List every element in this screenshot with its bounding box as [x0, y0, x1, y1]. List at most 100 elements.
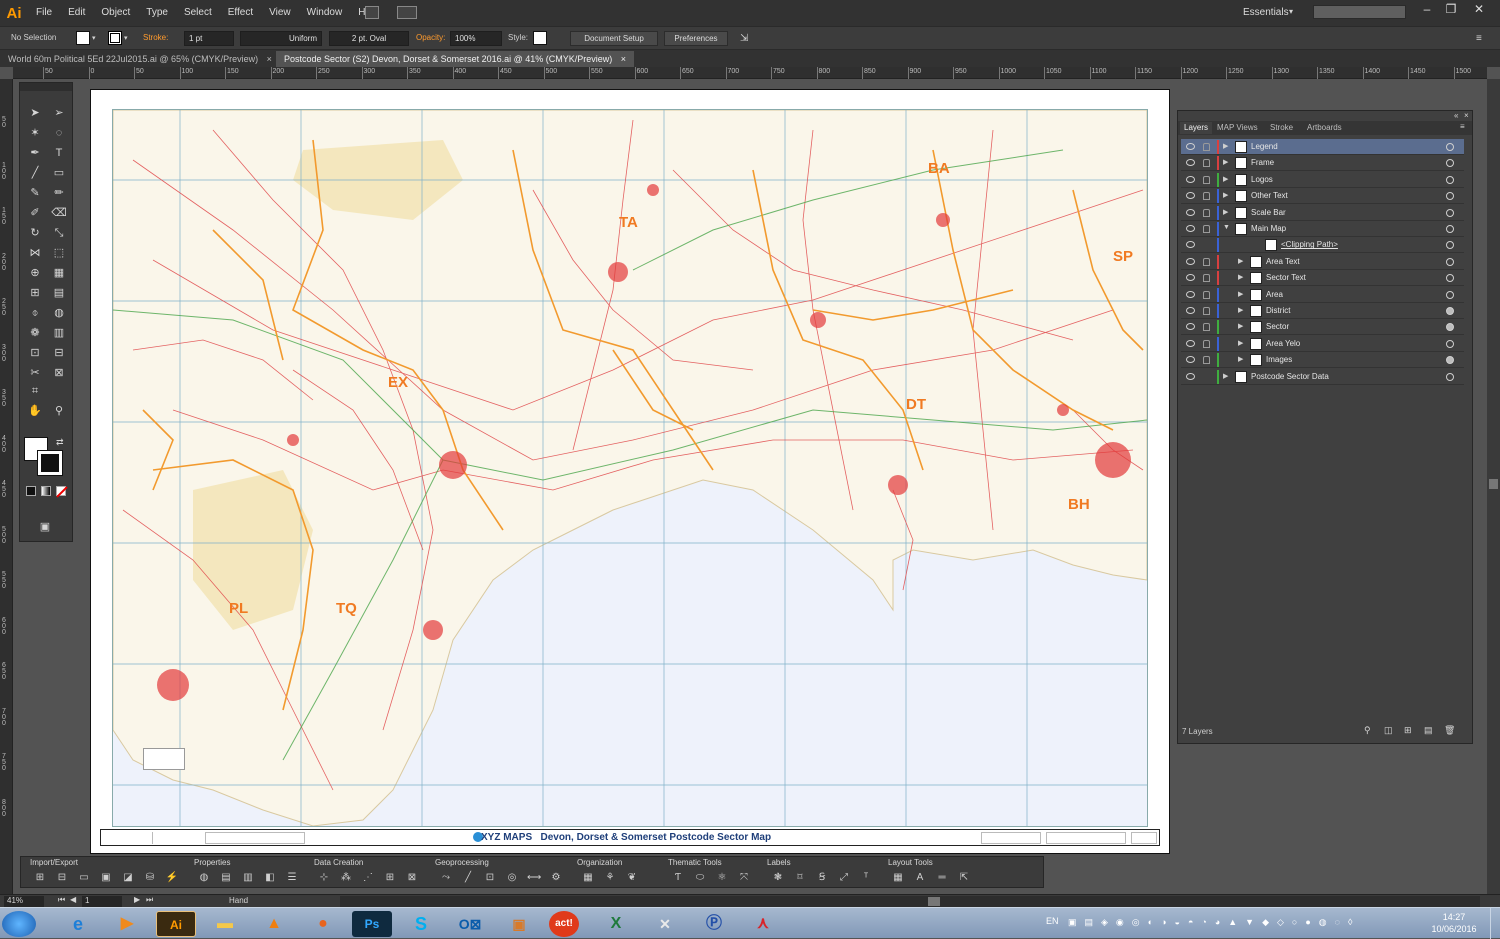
artboard-tool-icon[interactable]: ⊡ — [26, 345, 44, 361]
import-shapefile-icon[interactable]: ▭ — [77, 872, 91, 884]
scrollbar-thumb[interactable] — [928, 897, 940, 906]
chevron-right-icon[interactable]: ▶ — [1223, 158, 1228, 166]
locate-object-icon[interactable]: ⚲ — [1364, 725, 1371, 736]
new-layer-icon[interactable]: ▤ — [1424, 725, 1433, 736]
selection-tool-icon[interactable]: ➤ — [26, 105, 44, 121]
layer-row[interactable]: ▶ Area Text — [1181, 254, 1464, 270]
columns-icon[interactable]: ▥ — [241, 872, 255, 884]
artboard[interactable]: TA BA SP EX DT BH PL TQ XYZ MAPS Devon, … — [90, 89, 1170, 854]
search-input[interactable] — [1313, 5, 1406, 19]
chevron-right-icon[interactable]: ▶ — [1238, 339, 1243, 347]
layer-row[interactable]: ▶ Legend — [1181, 139, 1464, 155]
layer-name[interactable]: Other Text — [1251, 191, 1288, 200]
visibility-eye-icon[interactable] — [1186, 225, 1195, 232]
first-page-icon[interactable]: ⏮ — [58, 895, 65, 905]
graph-tool-icon[interactable]: ▥ — [50, 325, 68, 341]
polyline-icon[interactable]: ⤳ — [439, 872, 453, 884]
create-point-icon[interactable]: ⋰ — [361, 872, 375, 884]
layer-name[interactable]: Logos — [1251, 175, 1273, 184]
magic-wand-tool-icon[interactable]: ✶ — [26, 125, 44, 141]
opacity-field[interactable]: 100% — [450, 31, 502, 46]
ruler-horizontal[interactable]: 50 0 50 100 150 200 250 300 350 400 450 500 550 600 65… — [13, 67, 1487, 79]
layer-name[interactable]: Area — [1266, 290, 1283, 299]
blob-brush-tool-icon[interactable]: ✐ — [26, 205, 44, 221]
scissors-tool-icon[interactable]: ✂ — [26, 365, 44, 381]
lock-icon[interactable] — [1203, 175, 1210, 184]
layer-name[interactable]: Area Yelo — [1266, 339, 1300, 348]
layer-name[interactable]: Postcode Sector Data — [1251, 372, 1329, 381]
knife-tool-icon[interactable]: ⊠ — [50, 365, 68, 381]
scrollbar-thumb[interactable] — [1489, 479, 1498, 489]
layer-row[interactable]: ▶ Area — [1181, 287, 1464, 303]
lasso-tool-icon[interactable]: ◌ — [50, 125, 68, 141]
new-sublayer-icon[interactable]: ⊞ — [1404, 725, 1412, 736]
database-icon[interactable]: ⛁ — [143, 872, 157, 884]
panel-menu-icon[interactable]: ≡ — [1460, 122, 1465, 131]
table-icon[interactable]: ▤ — [219, 872, 233, 884]
gradient-tool-icon[interactable]: ▤ — [50, 285, 68, 301]
menu-select[interactable]: Select — [176, 0, 220, 26]
act-icon[interactable]: act! — [549, 911, 579, 937]
layer-name[interactable]: District — [1266, 306, 1290, 315]
group-features-icon[interactable]: ⚘ — [603, 872, 617, 884]
visibility-eye-icon[interactable] — [1186, 339, 1195, 347]
acrobat-icon[interactable]: ⋏ — [743, 911, 783, 937]
layer-name[interactable]: Main Map — [1251, 224, 1286, 233]
type-tool-icon[interactable]: T — [50, 145, 68, 161]
preferences-button[interactable]: Preferences — [664, 31, 728, 46]
lock-icon[interactable] — [1203, 225, 1210, 233]
export-data-icon[interactable]: ◪ — [121, 872, 135, 884]
horizontal-scrollbar[interactable] — [340, 896, 1480, 907]
menu-view[interactable]: View — [261, 0, 299, 26]
paintbrush-tool-icon[interactable]: ✎ — [26, 185, 44, 201]
export-icon[interactable]: ⊟ — [55, 872, 69, 884]
chevron-down-icon[interactable]: ▼ — [1223, 224, 1230, 231]
eraser-tool-icon[interactable]: ⌫ — [50, 205, 68, 221]
previous-page-icon[interactable]: ◀ — [70, 895, 76, 904]
image-icon[interactable]: ◧ — [263, 872, 277, 884]
north-arrow-icon[interactable]: ⇱ — [957, 872, 971, 884]
layer-row[interactable]: ▶ District — [1181, 303, 1464, 319]
chevron-right-icon[interactable]: ▶ — [1223, 191, 1228, 199]
lock-icon[interactable] — [1203, 192, 1210, 201]
layer-row[interactable]: ▶ Logos — [1181, 172, 1464, 188]
tag-icon[interactable]: ⌑ — [793, 872, 807, 884]
thematic-text-icon[interactable]: Ƭ — [671, 872, 685, 884]
layer-row[interactable]: ▶ Sector Text — [1181, 270, 1464, 287]
list-icon[interactable]: ☰ — [285, 872, 299, 884]
language-indicator[interactable]: EN — [1046, 916, 1059, 926]
layer-row[interactable]: ▶ Sector — [1181, 319, 1464, 336]
opacity-label[interactable]: Opacity: — [416, 33, 445, 42]
buffer-icon[interactable]: ◎ — [505, 872, 519, 884]
layer-name[interactable]: Legend — [1251, 142, 1278, 151]
lock-icon[interactable] — [1203, 274, 1210, 283]
make-clipping-mask-icon[interactable]: ◫ — [1384, 725, 1393, 736]
menu-effect[interactable]: Effect — [220, 0, 261, 26]
chevron-right-icon[interactable]: ▶ — [1238, 306, 1243, 314]
layer-name[interactable]: Sector — [1266, 322, 1289, 331]
chevron-right-icon[interactable]: ▶ — [1238, 290, 1243, 298]
chevron-right-icon[interactable]: ▶ — [1238, 355, 1243, 363]
menu-type[interactable]: Type — [138, 0, 176, 26]
hand-tool-icon[interactable]: ✋ — [26, 403, 44, 419]
mesh-tool-icon[interactable]: ⊞ — [26, 285, 44, 301]
target-icon[interactable] — [1446, 175, 1454, 184]
label-text-icon[interactable]: ᵀ — [859, 872, 873, 884]
tab-world-map[interactable]: World 60m Political 5Ed 22Jul2015.ai @ 6… — [0, 51, 280, 67]
delete-layer-icon[interactable]: 🗑 — [1444, 725, 1455, 736]
visibility-eye-icon[interactable] — [1186, 274, 1195, 282]
color-mode-button[interactable] — [26, 486, 36, 496]
swap-colors-icon[interactable]: ⇄ — [56, 437, 64, 448]
chevron-right-icon[interactable]: ▶ — [1223, 372, 1228, 380]
target-icon[interactable] — [1446, 192, 1454, 201]
notes-icon[interactable]: ▣ — [499, 911, 539, 937]
crop-tool-icon[interactable]: ⌗ — [26, 383, 44, 399]
layout-index-icon[interactable]: A — [913, 872, 927, 884]
panel-menu-icon[interactable]: ≡ — [1476, 33, 1482, 44]
next-page-icon[interactable]: ▶ — [134, 895, 140, 904]
target-icon[interactable] — [1446, 307, 1454, 315]
chevron-right-icon[interactable]: ▶ — [1238, 273, 1243, 281]
layer-name[interactable]: Frame — [1251, 158, 1274, 167]
import-data-icon[interactable]: ▣ — [99, 872, 113, 884]
visibility-eye-icon[interactable] — [1186, 143, 1195, 150]
